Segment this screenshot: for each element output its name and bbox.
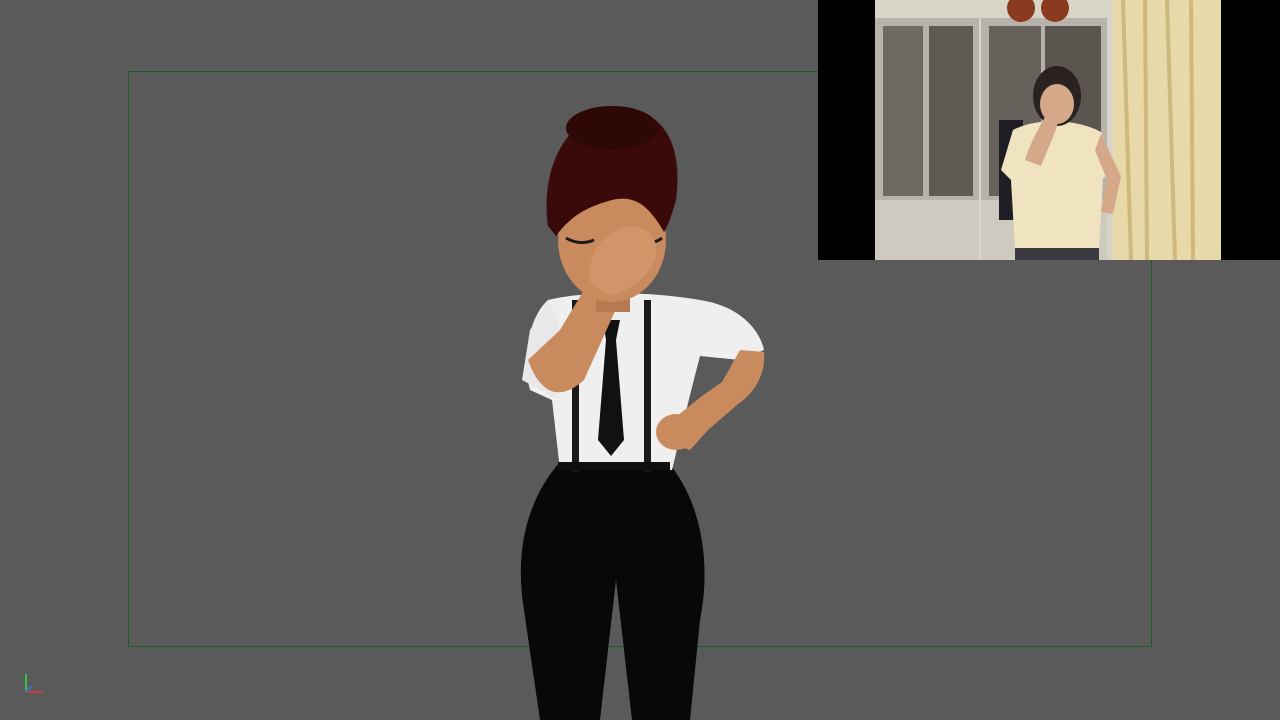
character-belt (558, 462, 670, 470)
reference-person-top (1001, 121, 1115, 250)
3d-viewport[interactable] (0, 0, 1280, 720)
reference-video-panel (818, 0, 1280, 260)
axis-gizmo-icon (25, 674, 42, 693)
character-hair-bun (566, 106, 658, 150)
character-fist (656, 414, 696, 450)
character-pants (520, 462, 705, 720)
character-suspender-right (644, 300, 651, 472)
reference-video (875, 0, 1221, 260)
